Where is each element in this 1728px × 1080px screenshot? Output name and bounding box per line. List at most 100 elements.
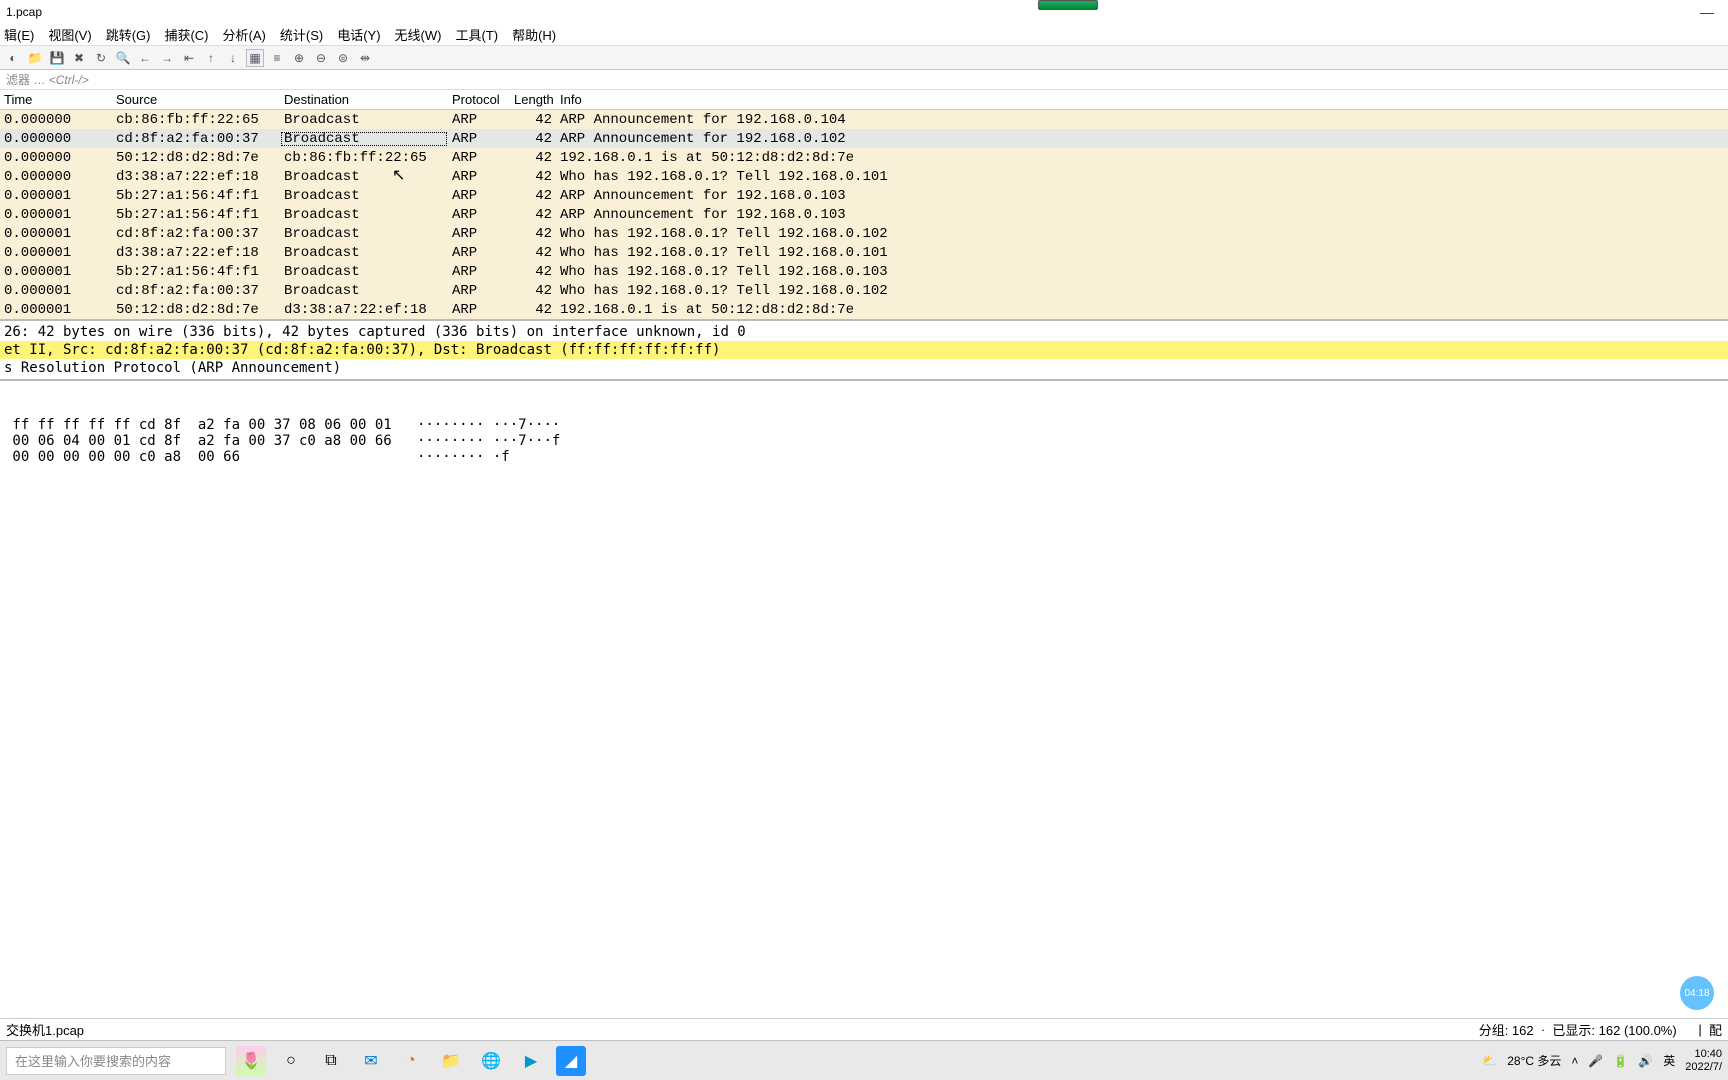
cell-length: 42 xyxy=(510,169,556,185)
menu-help[interactable]: 帮助(H) xyxy=(512,25,556,44)
cell-source: d3:38:a7:22:ef:18 xyxy=(112,169,280,185)
tray-weather-text[interactable]: 28°C 多云 xyxy=(1507,1052,1561,1069)
save-icon[interactable]: 💾 xyxy=(48,49,66,67)
go-down-icon[interactable]: ↓ xyxy=(224,49,242,67)
menu-view[interactable]: 视图(V) xyxy=(48,25,91,44)
packet-row[interactable]: 0.00000150:12:d8:d2:8d:7ed3:38:a7:22:ef:… xyxy=(0,300,1728,319)
packet-row[interactable]: 0.0000015b:27:a1:56:4f:f1BroadcastARP42A… xyxy=(0,205,1728,224)
cell-destination: Broadcast xyxy=(280,131,448,147)
col-length[interactable]: Length xyxy=(510,92,556,107)
cell-protocol: ARP xyxy=(448,131,510,147)
packet-row[interactable]: 0.000001cd:8f:a2:fa:00:37BroadcastARP42W… xyxy=(0,224,1728,243)
cell-protocol: ARP xyxy=(448,283,510,299)
cell-info: Who has 192.168.0.1? Tell 192.168.0.101 xyxy=(556,245,1728,261)
zoom-in-icon[interactable]: ⊕ xyxy=(290,49,308,67)
packet-bytes-pane[interactable]: ff ff ff ff ff cd 8f a2 fa 00 37 08 06 0… xyxy=(0,381,1728,485)
device-indicator xyxy=(1038,0,1098,10)
cell-protocol: ARP xyxy=(448,207,510,223)
menu-telephony[interactable]: 电话(Y) xyxy=(337,25,380,44)
tray-mic-icon[interactable]: 🎤 xyxy=(1588,1054,1603,1068)
packet-row[interactable]: 0.0000015b:27:a1:56:4f:f1BroadcastARP42A… xyxy=(0,186,1728,205)
taskbar-media-icon[interactable]: ▶ xyxy=(516,1046,546,1076)
cell-destination: Broadcast xyxy=(280,226,448,242)
taskbar-news-icon[interactable]: 🌷 xyxy=(236,1046,266,1076)
go-forward-icon[interactable]: → xyxy=(158,49,176,67)
colorize-icon[interactable]: ≡ xyxy=(268,49,286,67)
col-source[interactable]: Source xyxy=(112,92,280,107)
taskbar-search-placeholder: 在这里输入你要搜索的内容 xyxy=(15,1051,171,1070)
tray-battery-icon[interactable]: 🔋 xyxy=(1613,1054,1628,1068)
go-up-icon[interactable]: ↑ xyxy=(202,49,220,67)
filter-label: 滤器 … xyxy=(6,71,45,88)
taskbar-explorer-icon[interactable]: 📁 xyxy=(436,1046,466,1076)
close-icon[interactable]: ✖ xyxy=(70,49,88,67)
detail-line[interactable]: et II, Src: cd:8f:a2:fa:00:37 (cd:8f:a2:… xyxy=(0,341,1728,359)
tray-volume-icon[interactable]: 🔊 xyxy=(1638,1054,1653,1068)
packet-row[interactable]: 0.000000cb:86:fb:ff:22:65BroadcastARP42A… xyxy=(0,110,1728,129)
packet-row[interactable]: 0.00000050:12:d8:d2:8d:7ecb:86:fb:ff:22:… xyxy=(0,148,1728,167)
hex-line[interactable]: 00 06 04 00 01 cd 8f a2 fa 00 37 c0 a8 0… xyxy=(4,433,1724,449)
col-info[interactable]: Info xyxy=(556,92,1728,107)
cell-source: 50:12:d8:d2:8d:7e xyxy=(112,302,280,318)
detail-line[interactable]: s Resolution Protocol (ARP Announcement) xyxy=(0,359,1728,377)
hex-line[interactable]: 00 00 00 00 00 c0 a8 00 66 ········ ·f xyxy=(4,449,1724,465)
col-destination[interactable]: Destination xyxy=(280,92,448,107)
open-file-icon[interactable]: 📁 xyxy=(26,49,44,67)
reload-icon[interactable]: ↻ xyxy=(92,49,110,67)
display-filter-bar[interactable]: 滤器 … <Ctrl-/> xyxy=(0,70,1728,90)
start-capture-icon[interactable]: ◐ xyxy=(4,49,22,67)
cell-length: 42 xyxy=(510,150,556,166)
cell-protocol: ARP xyxy=(448,245,510,261)
cell-source: d3:38:a7:22:ef:18 xyxy=(112,245,280,261)
detail-line[interactable]: 26: 42 bytes on wire (336 bits), 42 byte… xyxy=(0,323,1728,341)
packet-row[interactable]: 0.000000cd:8f:a2:fa:00:37BroadcastARP42A… xyxy=(0,129,1728,148)
cell-protocol: ARP xyxy=(448,264,510,280)
zoom-out-icon[interactable]: ⊖ xyxy=(312,49,330,67)
menu-analyze[interactable]: 分析(A) xyxy=(223,25,266,44)
cell-protocol: ARP xyxy=(448,112,510,128)
tray-time: 10:40 xyxy=(1685,1048,1722,1060)
taskbar-search[interactable]: 在这里输入你要搜索的内容 xyxy=(6,1047,226,1075)
minimize-button[interactable]: — xyxy=(1700,4,1714,20)
packet-list-header: Time Source Destination Protocol Length … xyxy=(0,90,1728,110)
zoom-reset-icon[interactable]: ⊜ xyxy=(334,49,352,67)
taskbar-mail-icon[interactable]: ✉ xyxy=(356,1046,386,1076)
menu-stats[interactable]: 统计(S) xyxy=(280,25,323,44)
packet-row[interactable]: 0.000001d3:38:a7:22:ef:18BroadcastARP42W… xyxy=(0,243,1728,262)
resize-columns-icon[interactable]: ⇹ xyxy=(356,49,374,67)
taskbar-wireshark-icon[interactable]: ◢ xyxy=(556,1046,586,1076)
menu-capture[interactable]: 捕获(C) xyxy=(164,25,208,44)
menu-edit[interactable]: 辑(E) xyxy=(4,25,34,44)
cell-info: ARP Announcement for 192.168.0.103 xyxy=(556,188,1728,204)
packet-row[interactable]: 0.0000015b:27:a1:56:4f:f1BroadcastARP42W… xyxy=(0,262,1728,281)
taskbar-edge-icon[interactable]: 🌐 xyxy=(476,1046,506,1076)
hex-line[interactable]: ff ff ff ff ff cd 8f a2 fa 00 37 08 06 0… xyxy=(4,417,1724,433)
menu-tools[interactable]: 工具(T) xyxy=(455,25,498,44)
taskbar-taskview-icon[interactable]: ⧉ xyxy=(316,1046,346,1076)
cell-time: 0.000000 xyxy=(0,131,112,147)
col-protocol[interactable]: Protocol xyxy=(448,92,510,107)
tray-weather-icon[interactable]: ⛅ xyxy=(1482,1054,1497,1068)
system-tray: ⛅ 28°C 多云 ˄ 🎤 🔋 🔊 英 10:40 2022/7/ xyxy=(1482,1048,1722,1072)
go-first-icon[interactable]: ⇤ xyxy=(180,49,198,67)
menu-go[interactable]: 跳转(G) xyxy=(106,25,151,44)
packet-row[interactable]: 0.000000d3:38:a7:22:ef:18BroadcastARP42W… xyxy=(0,167,1728,186)
menu-wireless[interactable]: 无线(W) xyxy=(395,25,442,44)
tray-clock[interactable]: 10:40 2022/7/ xyxy=(1685,1048,1722,1072)
taskbar-cortana-icon[interactable]: ○ xyxy=(276,1046,306,1076)
go-back-icon[interactable]: ← xyxy=(136,49,154,67)
packet-details-pane[interactable]: 26: 42 bytes on wire (336 bits), 42 byte… xyxy=(0,319,1728,381)
taskbar-browser-icon[interactable]: ◔ xyxy=(396,1046,426,1076)
tray-ime[interactable]: 英 xyxy=(1663,1052,1675,1069)
tray-chevron-up-icon[interactable]: ˄ xyxy=(1571,1054,1578,1068)
cell-length: 42 xyxy=(510,283,556,299)
col-time[interactable]: Time xyxy=(0,92,112,107)
cell-length: 42 xyxy=(510,226,556,242)
cell-protocol: ARP xyxy=(448,169,510,185)
autoscroll-icon[interactable]: ▦ xyxy=(246,49,264,67)
recording-timer-badge: 04:18 xyxy=(1680,976,1714,1010)
find-icon[interactable]: 🔍 xyxy=(114,49,132,67)
packet-row[interactable]: 0.000001cd:8f:a2:fa:00:37BroadcastARP42W… xyxy=(0,281,1728,300)
cell-info: Who has 192.168.0.1? Tell 192.168.0.101 xyxy=(556,169,1728,185)
cell-time: 0.000001 xyxy=(0,207,112,223)
